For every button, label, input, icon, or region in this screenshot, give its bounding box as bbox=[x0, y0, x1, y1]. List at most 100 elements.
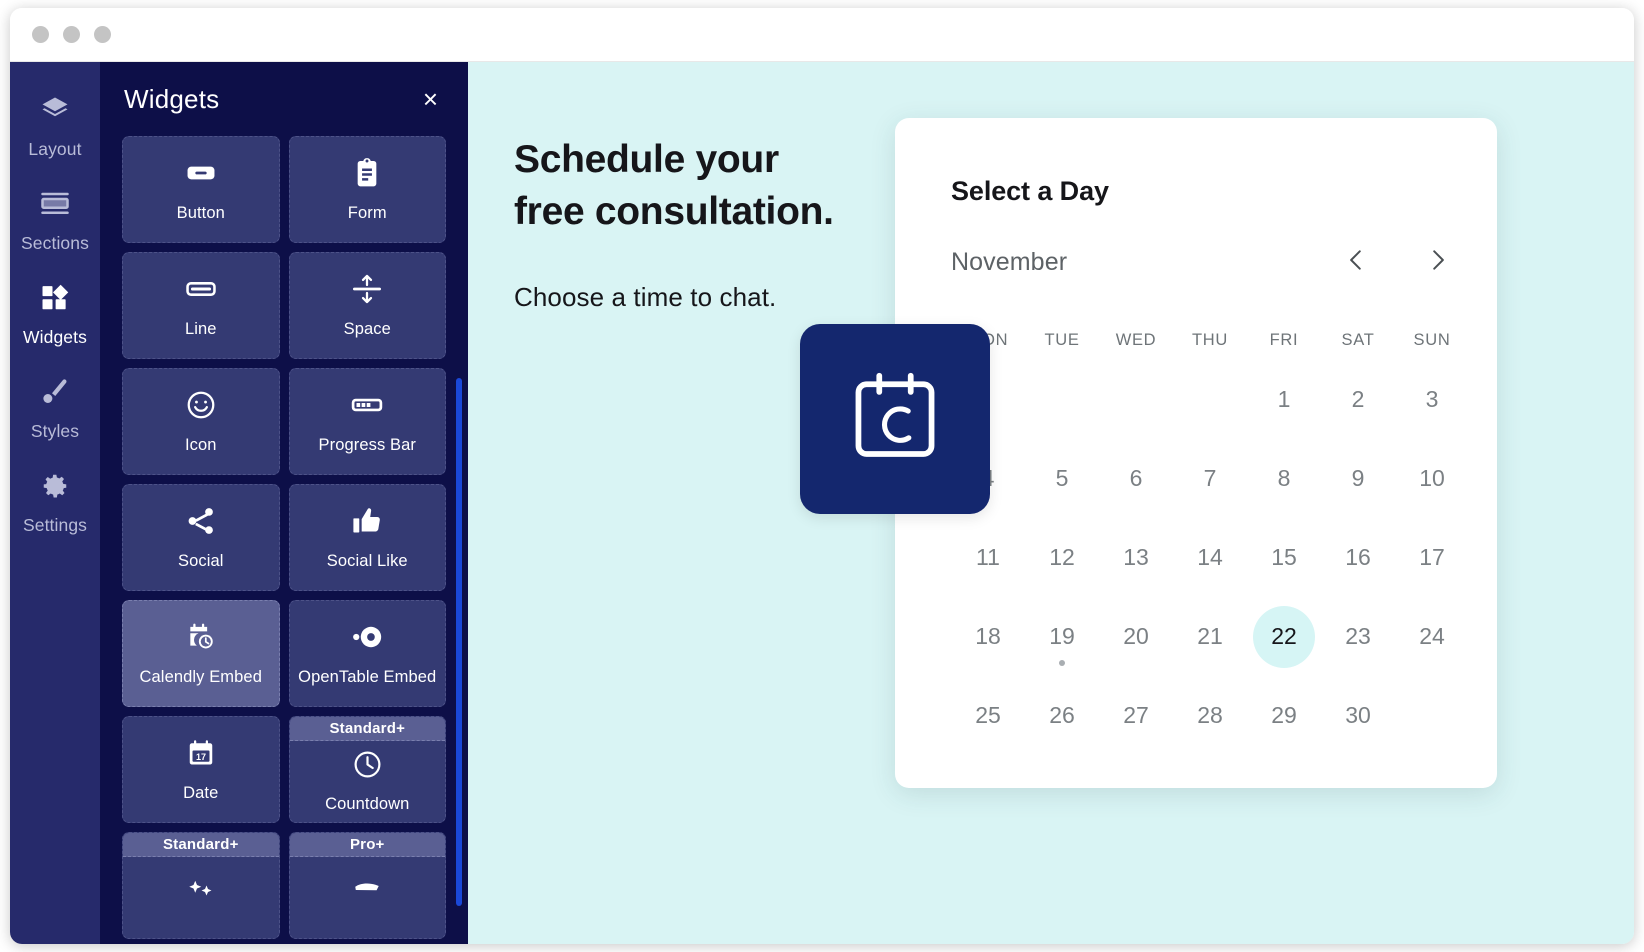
calendar-day-cell[interactable]: 7 bbox=[1173, 439, 1247, 518]
opentable-icon bbox=[350, 620, 384, 654]
calendar-day-cell[interactable]: 18 bbox=[951, 597, 1025, 676]
space-icon bbox=[351, 272, 383, 306]
calendar-day-number[interactable]: 19 bbox=[1031, 606, 1093, 668]
widget-tile-button[interactable]: Button bbox=[122, 136, 280, 243]
calendar-day-number[interactable]: 16 bbox=[1327, 527, 1389, 589]
chevron-right-icon[interactable] bbox=[1425, 245, 1451, 280]
share-icon bbox=[185, 504, 217, 538]
rail-item-settings[interactable]: Settings bbox=[10, 456, 100, 550]
widgets-panel-header: Widgets × bbox=[100, 62, 468, 136]
site-canvas: Schedule your free consultation. Choose … bbox=[468, 62, 1634, 944]
calendar-day-cell[interactable]: 27 bbox=[1099, 676, 1173, 755]
calendar-day-cell[interactable]: 15 bbox=[1247, 518, 1321, 597]
calendar-day-cell[interactable]: 9 bbox=[1321, 439, 1395, 518]
calendar-day-number[interactable]: 2 bbox=[1327, 369, 1389, 431]
calendar-day-cell[interactable]: 25 bbox=[951, 676, 1025, 755]
calendar-day-cell[interactable]: 16 bbox=[1321, 518, 1395, 597]
calendar-day-cell[interactable]: 19 bbox=[1025, 597, 1099, 676]
widget-tile-icon[interactable]: Icon bbox=[122, 368, 280, 475]
widgets-panel-title: Widgets bbox=[124, 83, 220, 114]
rail-item-layout[interactable]: Layout bbox=[10, 80, 100, 174]
calendar-day-number[interactable]: 11 bbox=[957, 527, 1019, 589]
widget-tile-form[interactable]: Form bbox=[288, 136, 446, 243]
widget-tile-label: Space bbox=[343, 320, 391, 339]
widget-tile-social-like[interactable]: Social Like bbox=[288, 484, 446, 591]
calendar-day-cell[interactable]: 23 bbox=[1321, 597, 1395, 676]
calendar-day-number[interactable]: 12 bbox=[1031, 527, 1093, 589]
calendar-day-number[interactable]: 30 bbox=[1327, 685, 1389, 747]
calendar-day-number[interactable]: 13 bbox=[1105, 527, 1167, 589]
window-minimize-dot[interactable] bbox=[63, 26, 80, 43]
close-icon[interactable]: × bbox=[421, 82, 440, 116]
calendar-day-number[interactable]: 8 bbox=[1253, 448, 1315, 510]
calendar-day-number[interactable]: 14 bbox=[1179, 527, 1241, 589]
calendar-day-number[interactable]: 17 bbox=[1401, 527, 1463, 589]
window-close-dot[interactable] bbox=[32, 26, 49, 43]
calendar-day-cell[interactable]: 21 bbox=[1173, 597, 1247, 676]
calendar-day-cell[interactable]: 29 bbox=[1247, 676, 1321, 755]
calendar-day-cell[interactable]: 6 bbox=[1099, 439, 1173, 518]
rail-item-styles[interactable]: Styles bbox=[10, 362, 100, 456]
calendar-day-cell[interactable]: 1 bbox=[1247, 360, 1321, 439]
widget-tile-countdown[interactable]: Standard+ Countdown bbox=[288, 716, 446, 823]
widgets-panel-scrollbar[interactable] bbox=[456, 378, 462, 906]
calendar-day-number[interactable]: 20 bbox=[1105, 606, 1167, 668]
calendar-day-number[interactable]: 18 bbox=[957, 606, 1019, 668]
calendar-day-cell[interactable]: 13 bbox=[1099, 518, 1173, 597]
calendar-day-selected[interactable]: 22 bbox=[1253, 605, 1315, 668]
calendar-day-cell[interactable]: 24 bbox=[1395, 597, 1469, 676]
tier-badge: Standard+ bbox=[289, 717, 445, 741]
widget-tile-social[interactable]: Social bbox=[122, 484, 280, 591]
calendar-day-cell[interactable]: 10 bbox=[1395, 439, 1469, 518]
calendar-day-number[interactable]: 26 bbox=[1031, 685, 1093, 747]
calendar-day-cell[interactable]: 20 bbox=[1099, 597, 1173, 676]
calendar-day-number[interactable]: 3 bbox=[1401, 369, 1463, 431]
chevron-left-icon[interactable] bbox=[1343, 245, 1369, 280]
calendar-day-cell[interactable]: 12 bbox=[1025, 518, 1099, 597]
calendar-day-number[interactable]: 27 bbox=[1105, 685, 1167, 747]
calendar-day-cell[interactable]: 28 bbox=[1173, 676, 1247, 755]
page-title: Schedule your free consultation. bbox=[514, 134, 934, 238]
calendar-day-number[interactable]: 25 bbox=[957, 685, 1019, 747]
rail-item-widgets[interactable]: Widgets bbox=[10, 268, 100, 362]
calendar-day-number[interactable]: 23 bbox=[1327, 606, 1389, 668]
calendar-day-number[interactable]: 24 bbox=[1401, 606, 1463, 668]
calendar-day-number[interactable]: 15 bbox=[1253, 527, 1315, 589]
widget-tile-line[interactable]: Line bbox=[122, 252, 280, 359]
calendar-day-cell[interactable]: 30 bbox=[1321, 676, 1395, 755]
rail-item-sections[interactable]: Sections bbox=[10, 174, 100, 268]
widget-tile-label: Icon bbox=[184, 436, 217, 455]
widget-grid: Button Form Line Space Icon Progress Bar… bbox=[122, 136, 446, 939]
calendar-day-number[interactable]: 6 bbox=[1105, 448, 1167, 510]
widget-tile-progress-bar[interactable]: Progress Bar bbox=[288, 368, 446, 475]
rail-item-label: Sections bbox=[21, 232, 89, 253]
widget-tile-calendly-embed[interactable]: Calendly Embed bbox=[122, 600, 280, 707]
calendar-day-cell[interactable]: 22 bbox=[1247, 597, 1321, 676]
calendar-day-number[interactable]: 9 bbox=[1327, 448, 1389, 510]
calendar-day-number[interactable]: 10 bbox=[1401, 448, 1463, 510]
calendar-day-cell[interactable]: 11 bbox=[951, 518, 1025, 597]
hero-title-line-1: Schedule your bbox=[514, 138, 779, 181]
calendar-day-cell[interactable]: 14 bbox=[1173, 518, 1247, 597]
calendar-day-number[interactable]: 29 bbox=[1253, 685, 1315, 747]
widget-tile-label: OpenTable Embed bbox=[298, 668, 437, 687]
calendar-day-number[interactable]: 5 bbox=[1031, 448, 1093, 510]
widget-tile-partial-left[interactable]: Standard+ bbox=[122, 832, 280, 939]
calendar-day-cell[interactable]: 8 bbox=[1247, 439, 1321, 518]
calendar-day-number[interactable]: 7 bbox=[1179, 448, 1241, 510]
progress-bar-icon bbox=[350, 388, 384, 422]
calendar-day-cell[interactable]: 17 bbox=[1395, 518, 1469, 597]
calendar-day-cell[interactable]: 26 bbox=[1025, 676, 1099, 755]
calendar-day-cell[interactable]: 5 bbox=[1025, 439, 1099, 518]
widget-tile-date[interactable]: 17 Date bbox=[122, 716, 280, 823]
calendar-day-number[interactable]: 21 bbox=[1179, 606, 1241, 668]
widget-tile-partial-right[interactable]: Pro+ bbox=[288, 832, 446, 939]
calendar-day-number[interactable]: 28 bbox=[1179, 685, 1241, 747]
calendar-day-empty bbox=[1173, 360, 1247, 439]
widget-tile-opentable-embed[interactable]: OpenTable Embed bbox=[288, 600, 446, 707]
calendar-day-cell[interactable]: 2 bbox=[1321, 360, 1395, 439]
calendar-day-cell[interactable]: 3 bbox=[1395, 360, 1469, 439]
calendar-day-number[interactable]: 1 bbox=[1253, 369, 1315, 431]
widget-tile-space[interactable]: Space bbox=[288, 252, 446, 359]
window-maximize-dot[interactable] bbox=[94, 26, 111, 43]
